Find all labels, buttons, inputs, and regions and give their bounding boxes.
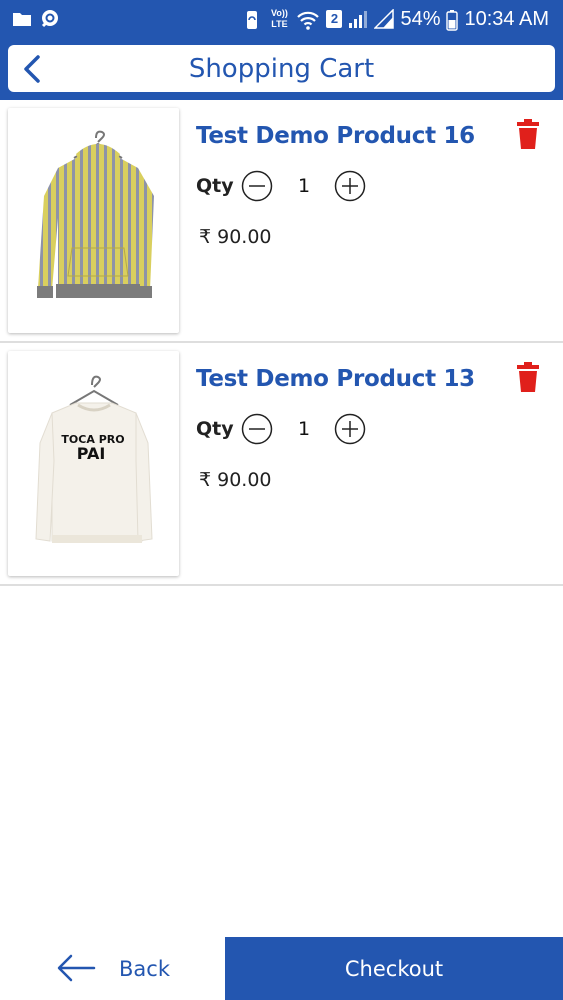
app-root: Vo)) LTE 2 54% 10:34 AM Shopping Cart Te…	[0, 0, 563, 1000]
product-name[interactable]: Test Demo Product 13	[196, 365, 475, 393]
product-thumbnail[interactable]	[8, 108, 179, 333]
wifi-icon	[296, 9, 320, 30]
back-button-label: Back	[119, 957, 170, 981]
white-sweatshirt-image: TOCA PRO PAI	[35, 375, 153, 543]
lte-label: LTE	[271, 19, 288, 29]
decrease-qty-button[interactable]	[241, 170, 273, 202]
chat-search-icon	[40, 9, 60, 29]
product-name[interactable]: Test Demo Product 16	[196, 122, 475, 150]
plus-circle-icon	[334, 413, 366, 445]
product-thumbnail[interactable]: TOCA PRO PAI	[8, 351, 179, 576]
cart-item: TOCA PRO PAI Test Demo Product 13 Qty 1 …	[0, 343, 563, 586]
status-bar: Vo)) LTE 2 54% 10:34 AM	[0, 0, 563, 40]
sim-badge: 2	[326, 10, 343, 28]
trash-icon[interactable]	[516, 118, 540, 150]
qty-value: 1	[297, 175, 311, 197]
battery-percent: 54%	[400, 8, 441, 30]
battery-icon	[446, 9, 459, 31]
increase-qty-button[interactable]	[334, 170, 366, 202]
qty-label: Qty	[196, 418, 234, 440]
header-bar: Shopping Cart	[0, 40, 563, 100]
header-box: Shopping Cart	[8, 45, 555, 92]
minus-circle-icon	[241, 413, 273, 445]
cart-list: Test Demo Product 16 Qty 1 ₹ 90.00 TOCA …	[0, 100, 563, 586]
minus-circle-icon	[241, 170, 273, 202]
signal-icon-2	[373, 8, 395, 29]
qty-label: Qty	[196, 175, 234, 197]
signal-icon-1	[348, 9, 368, 29]
clock: 10:34 AM	[464, 8, 549, 30]
plus-circle-icon	[334, 170, 366, 202]
folder-icon	[12, 9, 32, 29]
striped-hoodie-image	[37, 130, 154, 298]
bottom-action-bar: Back Checkout	[0, 937, 563, 1000]
page-title: Shopping Cart	[188, 54, 375, 84]
shirt-print-line2: PAI	[77, 444, 106, 463]
data-saver-icon	[242, 9, 262, 29]
volte-label: Vo))	[271, 8, 288, 18]
product-price: ₹ 90.00	[199, 469, 272, 491]
status-icons: Vo)) LTE 2 54% 10:34 AM	[242, 7, 549, 31]
notification-icons	[12, 9, 60, 29]
back-button[interactable]: Back	[0, 937, 225, 1000]
cart-item: Test Demo Product 16 Qty 1 ₹ 90.00	[0, 100, 563, 343]
checkout-button[interactable]: Checkout	[225, 937, 563, 1000]
volte-indicator: Vo)) LTE	[268, 9, 290, 29]
qty-value: 1	[297, 418, 311, 440]
increase-qty-button[interactable]	[334, 413, 366, 445]
decrease-qty-button[interactable]	[241, 413, 273, 445]
arrow-left-icon	[56, 953, 96, 983]
product-price: ₹ 90.00	[199, 226, 272, 248]
checkout-button-label: Checkout	[344, 957, 444, 981]
trash-icon[interactable]	[516, 361, 540, 393]
